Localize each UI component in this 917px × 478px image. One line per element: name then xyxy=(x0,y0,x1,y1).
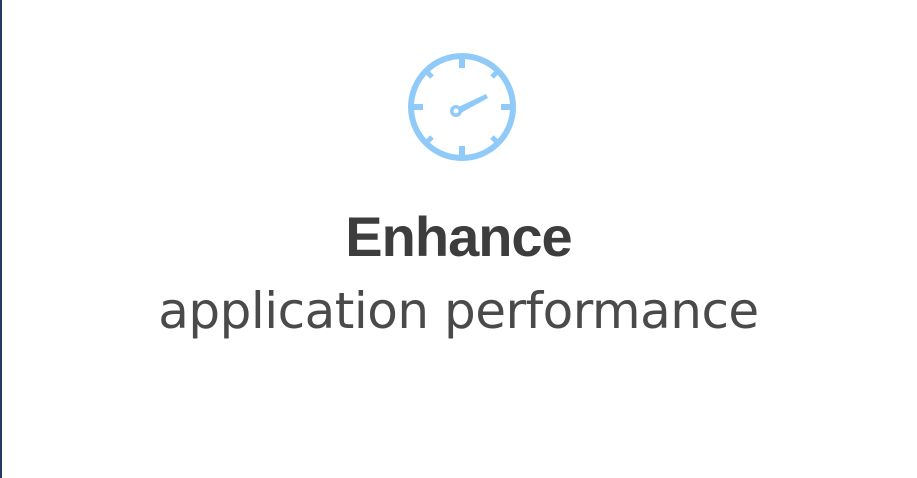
feature-subtitle: application performance xyxy=(158,282,759,340)
feature-title: Enhance xyxy=(345,205,572,268)
speedometer-icon xyxy=(406,51,518,163)
feature-card: Enhance application performance xyxy=(0,0,917,478)
